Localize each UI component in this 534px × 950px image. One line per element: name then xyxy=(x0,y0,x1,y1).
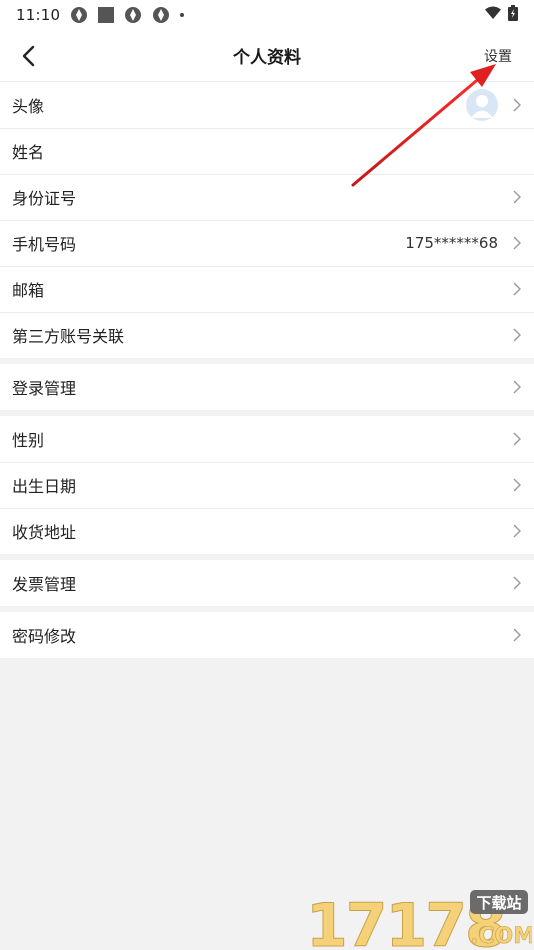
chevron-right-icon xyxy=(512,523,522,539)
profile-group-basic: 头像 姓名 身份证号 手机号码 175******68 邮箱 第三方账号关联 xyxy=(0,82,534,358)
profile-group-login: 登录管理 xyxy=(0,364,534,410)
chevron-left-icon xyxy=(22,45,35,67)
chevron-right-icon xyxy=(512,627,522,643)
avatar xyxy=(466,89,498,121)
row-label: 发票管理 xyxy=(12,575,77,594)
battery-icon xyxy=(508,5,518,25)
dot-icon xyxy=(180,13,185,17)
row-id-number[interactable]: 身份证号 xyxy=(0,174,534,220)
row-login-management[interactable]: 登录管理 xyxy=(0,364,534,410)
chevron-right-icon xyxy=(512,235,522,251)
profile-group-personal: 性别 出生日期 收货地址 xyxy=(0,416,534,554)
page-title: 个人资料 xyxy=(233,48,301,68)
status-time: 11:10 xyxy=(16,6,61,24)
chevron-right-icon xyxy=(512,281,522,297)
chevron-right-icon xyxy=(512,379,522,395)
app-notification-icon xyxy=(70,6,88,24)
chevron-right-icon xyxy=(512,97,522,113)
profile-group-password: 密码修改 xyxy=(0,612,534,658)
row-change-password[interactable]: 密码修改 xyxy=(0,612,534,658)
watermark-domain: .COM xyxy=(470,924,532,949)
row-avatar[interactable]: 头像 xyxy=(0,82,534,128)
row-label: 邮箱 xyxy=(12,281,45,300)
watermark-badge: 下载站 xyxy=(476,894,521,912)
row-label: 出生日期 xyxy=(12,477,77,496)
row-name[interactable]: 姓名 xyxy=(0,128,534,174)
phone-value: 175******68 xyxy=(405,234,498,252)
row-third-party[interactable]: 第三方账号关联 xyxy=(0,312,534,358)
row-label: 姓名 xyxy=(12,143,45,162)
settings-button[interactable]: 设置 xyxy=(484,30,512,81)
status-right xyxy=(484,5,518,25)
app-notification-icon xyxy=(152,6,170,24)
nav-bar: 个人资料 设置 xyxy=(0,30,534,82)
status-left: 11:10 xyxy=(16,6,185,24)
square-notification-icon xyxy=(98,7,115,23)
chevron-right-icon xyxy=(512,431,522,447)
row-label: 手机号码 xyxy=(12,235,77,254)
row-label: 密码修改 xyxy=(12,627,77,646)
row-label: 收货地址 xyxy=(12,523,77,542)
row-gender[interactable]: 性别 xyxy=(0,416,534,462)
row-birthday[interactable]: 出生日期 xyxy=(0,462,534,508)
row-label: 登录管理 xyxy=(12,379,77,398)
profile-group-invoice: 发票管理 xyxy=(0,560,534,606)
status-bar: 11:10 xyxy=(0,0,534,30)
back-button[interactable] xyxy=(14,42,42,70)
row-label: 性别 xyxy=(12,431,45,450)
wifi-icon xyxy=(484,6,502,24)
watermark-logo: 17178 下载站 .COM xyxy=(306,890,532,950)
row-label: 身份证号 xyxy=(12,189,77,208)
row-label: 第三方账号关联 xyxy=(12,327,125,346)
row-label: 头像 xyxy=(12,97,45,116)
row-shipping-address[interactable]: 收货地址 xyxy=(0,508,534,554)
row-email[interactable]: 邮箱 xyxy=(0,266,534,312)
chevron-right-icon xyxy=(512,189,522,205)
row-phone[interactable]: 手机号码 175******68 xyxy=(0,220,534,266)
chevron-right-icon xyxy=(512,477,522,493)
row-invoice-management[interactable]: 发票管理 xyxy=(0,560,534,606)
chevron-right-icon xyxy=(512,575,522,591)
chevron-right-icon xyxy=(512,327,522,343)
app-notification-icon xyxy=(124,6,142,24)
